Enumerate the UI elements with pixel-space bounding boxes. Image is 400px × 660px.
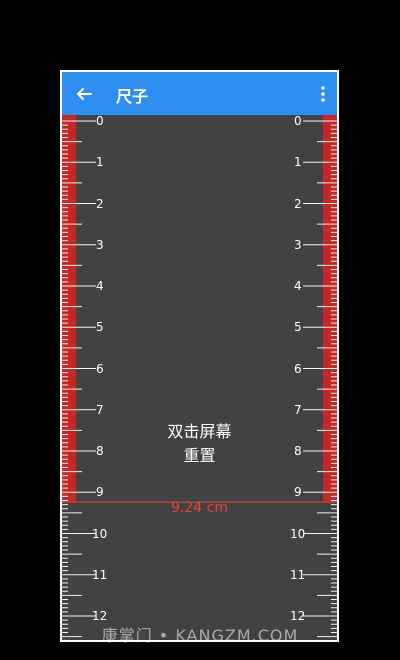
screen[interactable]: 尺子 0 0 1 1 2 2 3 3 4 4 5 5 6 6 7 7 8 8 9 9 10 10 11 11 12 12 双击屏幕… [62, 72, 337, 640]
more-vertical-icon [321, 86, 325, 102]
tick-label-left: 7 [96, 402, 104, 417]
tick-label-left: 11 [92, 567, 108, 582]
reset-hint-line1: 双击屏幕 [167, 422, 232, 441]
tick-label-right: 10 [290, 526, 306, 541]
more-options-button[interactable] [313, 81, 333, 107]
tick-label-right: 4 [294, 279, 302, 293]
tick-label-left: 12 [92, 609, 108, 623]
tick-label-left: 9 [96, 485, 104, 500]
tick-label-left: 4 [96, 279, 104, 293]
measurement-readout: 9.24 cm [171, 500, 228, 516]
reset-hint: 双击屏幕 重置 [62, 420, 337, 468]
tick-label-left: 10 [92, 526, 108, 541]
tick-label-left: 0 [96, 114, 104, 128]
page-title: 尺子 [116, 87, 149, 106]
tick-label-left: 3 [96, 237, 104, 252]
tick-label-right: 12 [290, 609, 306, 623]
ruler-scale [62, 115, 337, 638]
reset-hint-line2: 重置 [183, 446, 216, 465]
tick-label-right: 6 [294, 361, 302, 376]
watermark: 康掌门 • KANGZM.COM [101, 626, 299, 645]
tick-label-left: 2 [96, 196, 104, 211]
tick-label-right: 3 [294, 237, 302, 252]
tick-label-right: 7 [294, 402, 302, 417]
tick-label-right: 2 [294, 196, 302, 211]
tick-label-left: 6 [96, 361, 104, 376]
back-button[interactable] [71, 81, 97, 107]
ruler-area[interactable]: 0 0 1 1 2 2 3 3 4 4 5 5 6 6 7 7 8 8 9 9 10 10 11 11 12 12 双击屏幕 重置… [62, 114, 337, 640]
app-bar: 尺子 [62, 72, 337, 115]
tick-label-right: 5 [294, 320, 302, 335]
arrow-left-icon [77, 88, 92, 100]
tick-label-right: 9 [294, 485, 302, 500]
tick-label-right: 0 [294, 114, 302, 128]
tick-label-left: 5 [96, 320, 104, 335]
tick-label-left: 1 [96, 155, 104, 170]
phone-frame: 尺子 0 0 1 1 2 2 3 3 4 4 5 5 6 6 7 7 8 8 9 9 10 10 11 11 12 12 双击屏幕… [60, 70, 339, 642]
tick-label-right: 1 [294, 155, 302, 170]
tick-label-right: 11 [290, 567, 306, 582]
